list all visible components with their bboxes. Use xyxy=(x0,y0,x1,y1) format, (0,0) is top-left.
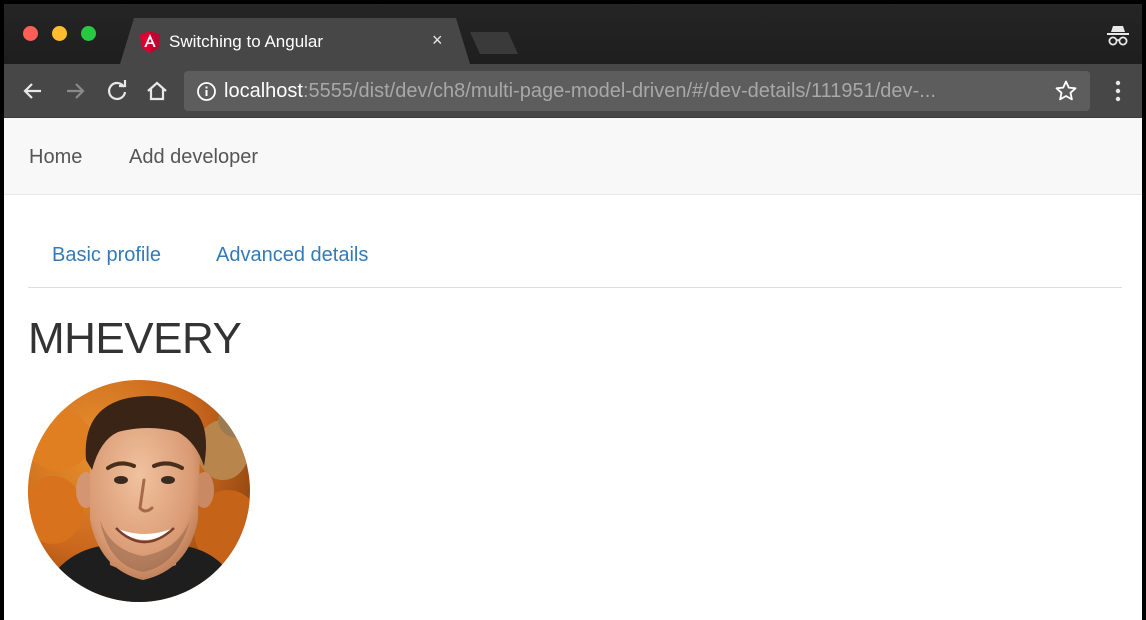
url-text: localhost:5555/dist/dev/ch8/multi-page-m… xyxy=(224,80,1044,103)
minimize-window-button[interactable] xyxy=(52,26,67,41)
nav-home-link[interactable]: Home xyxy=(29,146,82,169)
menu-icon[interactable] xyxy=(1106,78,1130,104)
maximize-window-button[interactable] xyxy=(81,26,96,41)
top-navbar: Home Add developer xyxy=(4,118,1142,195)
back-icon[interactable] xyxy=(20,78,46,104)
forward-icon[interactable] xyxy=(62,78,88,104)
close-window-button[interactable] xyxy=(23,26,38,41)
home-icon[interactable] xyxy=(144,78,170,104)
new-tab-button[interactable] xyxy=(470,32,518,54)
developer-avatar xyxy=(28,380,250,602)
address-bar[interactable]: localhost:5555/dist/dev/ch8/multi-page-m… xyxy=(184,71,1090,111)
tab-advanced-details[interactable]: Advanced details xyxy=(216,244,368,267)
star-icon[interactable] xyxy=(1054,79,1078,103)
browser-window: Switching to Angular × localhost:5555/di… xyxy=(0,0,1146,620)
title-bar: Switching to Angular × xyxy=(4,4,1142,64)
profile-tabs: Basic profile Advanced details xyxy=(28,238,1122,288)
browser-tab[interactable]: Switching to Angular × xyxy=(120,18,470,64)
tab-close-icon[interactable]: × xyxy=(432,30,443,51)
incognito-icon xyxy=(1107,26,1129,46)
developer-name: MHEVERY xyxy=(28,314,242,363)
tab-basic-profile[interactable]: Basic profile xyxy=(52,244,161,267)
nav-add-developer-link[interactable]: Add developer xyxy=(129,146,258,169)
reload-icon[interactable] xyxy=(104,78,130,104)
angular-logo-icon xyxy=(140,31,160,53)
browser-toolbar: localhost:5555/dist/dev/ch8/multi-page-m… xyxy=(4,64,1142,118)
url-host: localhost xyxy=(224,80,303,102)
tab-title: Switching to Angular xyxy=(169,32,324,51)
url-path: :5555/dist/dev/ch8/multi-page-model-driv… xyxy=(302,80,936,102)
page-content: Home Add developer Basic profile Advance… xyxy=(4,118,1142,620)
avatar-image xyxy=(28,380,250,602)
info-icon[interactable] xyxy=(196,81,217,102)
